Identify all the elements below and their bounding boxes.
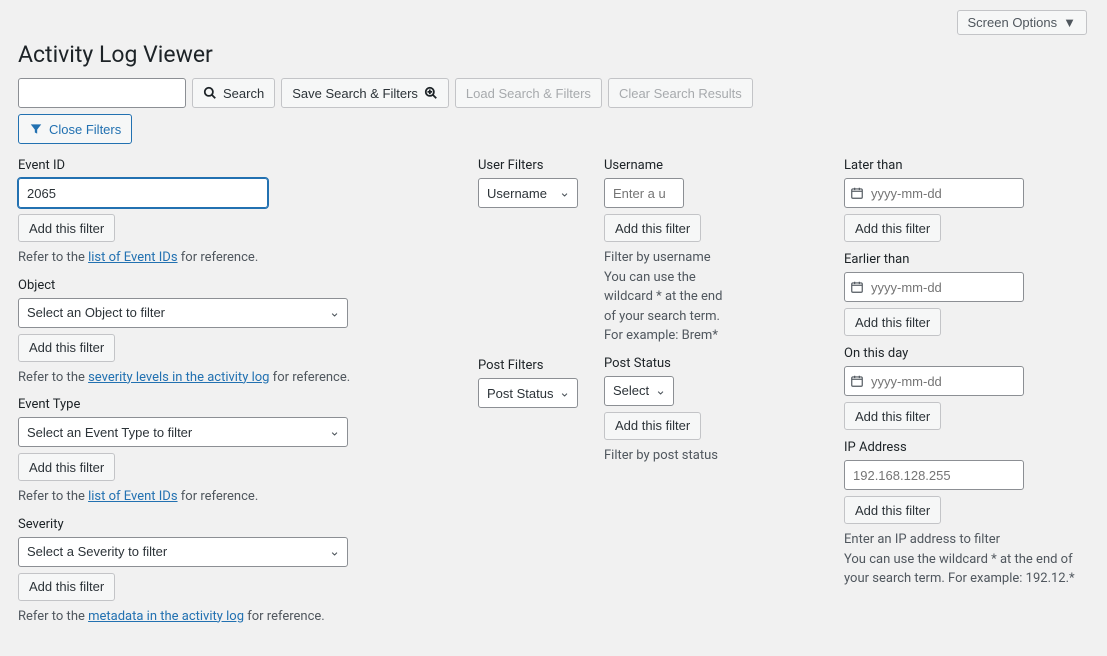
add-filter-event-id[interactable]: Add this filter: [18, 214, 115, 242]
save-search-label: Save Search & Filters: [292, 86, 418, 101]
add-filter-severity[interactable]: Add this filter: [18, 573, 115, 601]
clear-search-label: Clear Search Results: [619, 86, 742, 101]
save-icon: [424, 86, 438, 100]
add-filter-earlier[interactable]: Add this filter: [844, 308, 941, 336]
event-type-hint: Refer to the list of Event IDs for refer…: [18, 487, 458, 507]
object-select[interactable]: [18, 298, 348, 328]
severity-label: Severity: [18, 517, 458, 532]
event-type-label: Event Type: [18, 397, 458, 412]
later-than-input[interactable]: [844, 178, 1024, 208]
page-title: Activity Log Viewer: [18, 41, 1087, 68]
user-filters-label: User Filters: [478, 158, 584, 173]
on-this-day-label: On this day: [844, 346, 1084, 361]
screen-options-label: Screen Options: [968, 15, 1058, 30]
post-filters-select[interactable]: [478, 378, 578, 408]
object-hint-link[interactable]: severity levels in the activity log: [88, 370, 269, 385]
ip-address-label: IP Address: [844, 440, 1084, 455]
clear-search-button[interactable]: Clear Search Results: [608, 78, 753, 108]
add-filter-on-day[interactable]: Add this filter: [844, 402, 941, 430]
load-search-label: Load Search & Filters: [466, 86, 591, 101]
username-label: Username: [604, 158, 824, 173]
event-id-hint-link[interactable]: list of Event IDs: [88, 250, 177, 265]
add-filter-post-status[interactable]: Add this filter: [604, 412, 701, 440]
close-filters-button[interactable]: Close Filters: [18, 114, 132, 144]
severity-hint: Refer to the metadata in the activity lo…: [18, 607, 458, 627]
post-status-select[interactable]: [604, 376, 674, 406]
add-filter-object[interactable]: Add this filter: [18, 334, 115, 362]
ip-hint: Enter an IP address to filter You can us…: [844, 530, 1084, 589]
ip-address-input[interactable]: [844, 460, 1024, 490]
username-input[interactable]: [604, 178, 684, 208]
search-button-label: Search: [223, 86, 264, 101]
user-filters-select[interactable]: [478, 178, 578, 208]
username-hint: Filter by username You can use the wildc…: [604, 248, 734, 346]
on-this-day-input[interactable]: [844, 366, 1024, 396]
add-filter-later[interactable]: Add this filter: [844, 214, 941, 242]
post-status-label: Post Status: [604, 356, 824, 371]
earlier-than-input[interactable]: [844, 272, 1024, 302]
earlier-than-label: Earlier than: [844, 252, 1084, 267]
post-status-hint: Filter by post status: [604, 446, 824, 466]
later-than-label: Later than: [844, 158, 1084, 173]
load-search-button[interactable]: Load Search & Filters: [455, 78, 602, 108]
add-filter-event-type[interactable]: Add this filter: [18, 453, 115, 481]
severity-select[interactable]: [18, 537, 348, 567]
severity-hint-link[interactable]: metadata in the activity log: [88, 609, 244, 624]
object-hint: Refer to the severity levels in the acti…: [18, 368, 458, 388]
post-filters-label: Post Filters: [478, 358, 584, 373]
save-search-button[interactable]: Save Search & Filters: [281, 78, 449, 108]
filter-icon: [29, 122, 43, 136]
toolbar: Search Save Search & Filters Load Search…: [18, 78, 1087, 108]
event-type-hint-link[interactable]: list of Event IDs: [88, 489, 177, 504]
object-label: Object: [18, 278, 458, 293]
add-filter-username[interactable]: Add this filter: [604, 214, 701, 242]
close-filters-label: Close Filters: [49, 122, 121, 137]
event-id-label: Event ID: [18, 158, 458, 173]
search-input[interactable]: [18, 78, 186, 108]
screen-options-button[interactable]: Screen Options ▼: [957, 10, 1087, 35]
add-filter-ip[interactable]: Add this filter: [844, 496, 941, 524]
event-id-hint: Refer to the list of Event IDs for refer…: [18, 248, 458, 268]
search-icon: [203, 86, 217, 100]
event-id-input[interactable]: [18, 178, 268, 208]
chevron-down-icon: ▼: [1063, 15, 1076, 30]
search-button[interactable]: Search: [192, 78, 275, 108]
event-type-select[interactable]: [18, 417, 348, 447]
